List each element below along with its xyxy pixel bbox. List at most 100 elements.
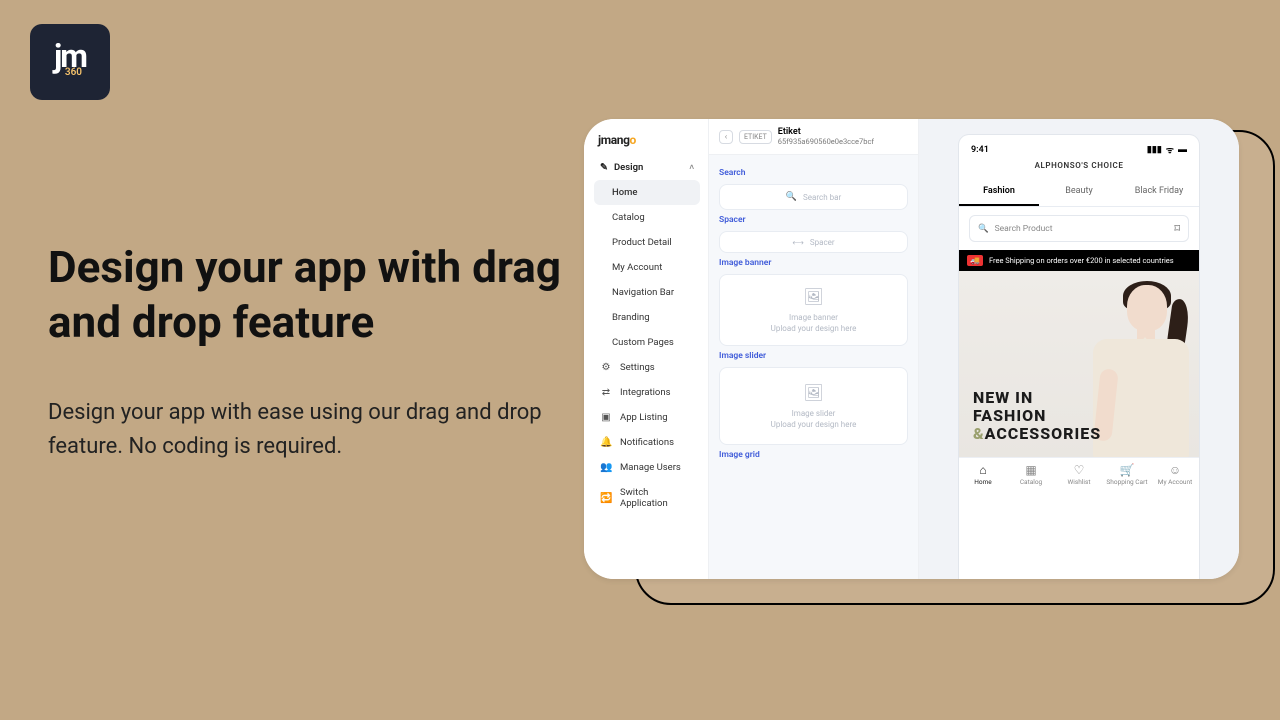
blocks-panel: ‹ ETIKET Etiket 65f935a690560e0e3cce7bcf… <box>709 119 919 579</box>
tabbar-home[interactable]: ⌂Home <box>959 463 1007 486</box>
sidebar-item-label: Switch Application <box>620 487 694 509</box>
status-time: 9:41 <box>971 145 989 155</box>
hero-text: NEW IN FASHION &ACCESSORIES <box>973 389 1101 443</box>
truck-icon: 🚚 <box>967 255 983 266</box>
sidebar-item-integrations[interactable]: ⇄ Integrations <box>594 380 700 405</box>
sidebar-item-branding[interactable]: Branding <box>594 305 700 330</box>
tab-beauty[interactable]: Beauty <box>1039 178 1119 206</box>
block-spacer[interactable]: ⟷ Spacer <box>719 231 908 253</box>
image-icon: 🖼 <box>803 286 823 308</box>
search-icon: 🔍 <box>786 192 797 202</box>
settings-icon: ⚙ <box>600 362 612 373</box>
block-hint: Upload your design here <box>771 323 857 334</box>
sidebar-item-app-listing[interactable]: ▣ App Listing <box>594 405 700 430</box>
sidebar-item-my-account[interactable]: My Account <box>594 255 700 280</box>
hero-line: &ACCESSORIES <box>973 425 1101 443</box>
switch-icon: 🔁 <box>600 493 612 504</box>
sidebar-item-home[interactable]: Home <box>594 180 700 205</box>
block-title: Image banner <box>789 312 838 323</box>
search-placeholder: Search Product <box>995 224 1053 234</box>
preview-pane: 9:41 ▮▮▮ ᯤ ▬ ALPHONSO'S CHOICE Fashion B… <box>919 119 1239 579</box>
hero-line: NEW IN <box>973 389 1101 407</box>
headline: Design your app with drag and drop featu… <box>48 240 568 350</box>
carousel-icon: 🖼 <box>803 382 823 404</box>
phone-brand: ALPHONSO'S CHOICE <box>959 158 1199 178</box>
tab-fashion[interactable]: Fashion <box>959 178 1039 206</box>
shipping-banner: 🚚 Free Shipping on orders over €200 in s… <box>959 250 1199 271</box>
sidebar-item-custom-pages[interactable]: Custom Pages <box>594 330 700 355</box>
block-label-slider: Image slider <box>719 351 908 361</box>
sidebar-item-label: App Listing <box>620 412 668 423</box>
hero-banner[interactable]: NEW IN FASHION &ACCESSORIES <box>959 271 1199 457</box>
phone-search[interactable]: 🔍 Search Product ⌑ <box>969 215 1189 242</box>
context-header: ‹ ETIKET Etiket 65f935a690560e0e3cce7bcf <box>709 119 918 155</box>
design-icon: ✎ <box>600 162 608 173</box>
battery-icon: ▬ <box>1178 144 1187 155</box>
tabbar-label: My Account <box>1158 478 1192 486</box>
home-icon: ⌂ <box>959 463 1007 477</box>
phone-status-bar: 9:41 ▮▮▮ ᯤ ▬ <box>959 135 1199 158</box>
account-icon: ☺ <box>1151 463 1199 477</box>
sidebar-item-settings[interactable]: ⚙ Settings <box>594 355 700 380</box>
app-id: 65f935a690560e0e3cce7bcf <box>778 137 874 146</box>
sidebar-item-navigation-bar[interactable]: Navigation Bar <box>594 280 700 305</box>
sidebar-item-label: Settings <box>620 362 655 373</box>
phone-preview: 9:41 ▮▮▮ ᯤ ▬ ALPHONSO'S CHOICE Fashion B… <box>959 135 1199 579</box>
tabbar-cart[interactable]: 🛒Shopping Cart <box>1103 463 1151 486</box>
block-image-banner[interactable]: 🖼 Image bannerUpload your design here <box>719 274 908 346</box>
heart-icon: ♡ <box>1055 463 1103 477</box>
tabbar-catalog[interactable]: ▦Catalog <box>1007 463 1055 486</box>
sidebar-item-notifications[interactable]: 🔔 Notifications <box>594 430 700 455</box>
tabbar-label: Shopping Cart <box>1106 478 1147 486</box>
back-button[interactable]: ‹ <box>719 130 733 144</box>
phone-tabbar: ⌂Home ▦Catalog ♡Wishlist 🛒Shopping Cart … <box>959 457 1199 489</box>
tabbar-label: Catalog <box>1020 478 1042 486</box>
block-label-banner: Image banner <box>719 258 908 268</box>
signal-icon: ▮▮▮ <box>1147 145 1162 155</box>
tabbar-label: Home <box>974 478 992 486</box>
cart-icon: 🛒 <box>1103 463 1151 477</box>
sidebar-item-label: Manage Users <box>620 462 681 473</box>
app-title: Etiket <box>778 127 874 137</box>
tabbar-account[interactable]: ☺My Account <box>1151 463 1199 486</box>
status-right: ▮▮▮ ᯤ ▬ <box>1147 143 1187 156</box>
block-placeholder: Search bar <box>803 193 841 202</box>
tabbar-wishlist[interactable]: ♡Wishlist <box>1055 463 1103 486</box>
block-label-grid: Image grid <box>719 450 908 460</box>
block-image-slider[interactable]: 🖼Image sliderUpload your design here <box>719 367 908 445</box>
tabbar-label: Wishlist <box>1068 478 1091 486</box>
sidebar-brand: jmango <box>594 131 700 155</box>
sidebar-item-switch-application[interactable]: 🔁 Switch Application <box>594 480 700 516</box>
sidebar: jmango ✎ Design ˄ Home Catalog Product D… <box>584 119 709 579</box>
spacer-icon: ⟷ <box>792 238 803 247</box>
tab-black-friday[interactable]: Black Friday <box>1119 178 1199 206</box>
users-icon: 👥 <box>600 462 612 473</box>
block-label-spacer: Spacer <box>719 215 908 225</box>
sidebar-item-label: Integrations <box>620 387 671 398</box>
catalog-icon: ▦ <box>1007 463 1055 477</box>
sidebar-section-design[interactable]: ✎ Design ˄ <box>594 155 700 180</box>
bell-icon: 🔔 <box>600 437 612 448</box>
integrations-icon: ⇄ <box>600 387 612 398</box>
block-placeholder: Spacer <box>810 238 835 247</box>
chevron-up-icon: ˄ <box>689 163 694 172</box>
shipping-text: Free Shipping on orders over €200 in sel… <box>989 256 1174 265</box>
phone-tabs: Fashion Beauty Black Friday <box>959 178 1199 207</box>
block-title: Image slider <box>792 408 836 419</box>
barcode-icon[interactable]: ⌑ <box>1174 222 1180 235</box>
app-chip: ETIKET <box>739 130 772 144</box>
sidebar-item-manage-users[interactable]: 👥 Manage Users <box>594 455 700 480</box>
sidebar-item-catalog[interactable]: Catalog <box>594 205 700 230</box>
app-window: jmango ✎ Design ˄ Home Catalog Product D… <box>584 119 1239 579</box>
sidebar-item-label: Notifications <box>620 437 674 448</box>
block-search[interactable]: 🔍 Search bar <box>719 184 908 210</box>
brand-logo: jm 360 <box>30 24 110 100</box>
block-label-search: Search <box>719 168 908 178</box>
app-listing-icon: ▣ <box>600 412 612 423</box>
sidebar-item-product-detail[interactable]: Product Detail <box>594 230 700 255</box>
marketing-copy: Design your app with drag and drop featu… <box>48 240 568 464</box>
subheadline: Design your app with ease using our drag… <box>48 396 568 464</box>
hero-line: FASHION <box>973 407 1101 425</box>
section-label: Design <box>614 162 643 173</box>
search-icon: 🔍 <box>978 224 989 234</box>
